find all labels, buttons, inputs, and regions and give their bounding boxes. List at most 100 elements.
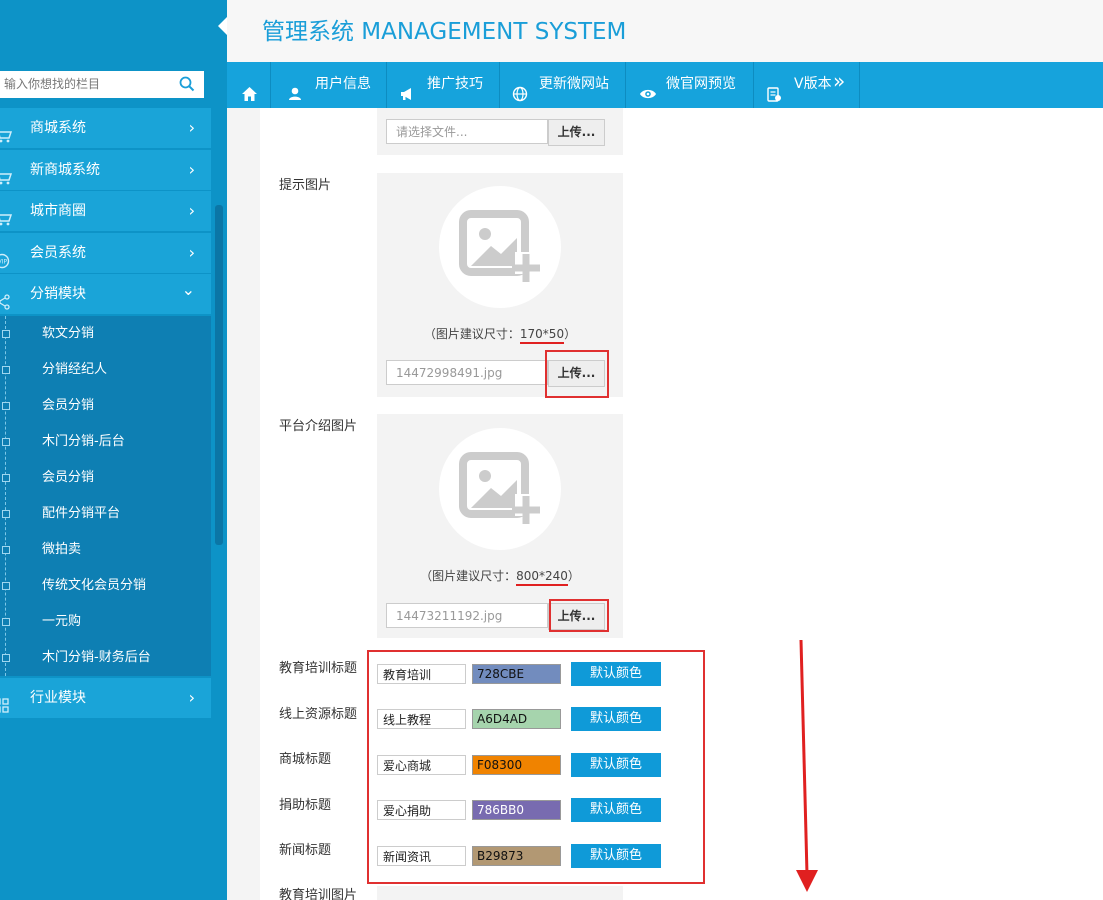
- chevron-right-icon: ›: [188, 118, 195, 137]
- chevron-down-icon: ⌄: [181, 280, 195, 299]
- page-title: 管理系统 MANAGEMENT SYSTEM: [262, 19, 627, 45]
- submenu-item[interactable]: 软文分销: [0, 316, 211, 352]
- image-placeholder[interactable]: [439, 428, 561, 550]
- sidebar: 商城系统 › 新商城系统 › 城市商圈 › VIP 会员系统 › 分销模块 ⌄ …: [0, 0, 227, 900]
- search-input[interactable]: [4, 71, 169, 96]
- submenu-item[interactable]: 木门分销-后台: [0, 424, 211, 460]
- submenu-item-label: 木门分销-财务后台: [42, 649, 151, 665]
- sidebar-item-label: 新商城系统: [30, 161, 100, 178]
- submenu-item[interactable]: 传统文化会员分销: [0, 568, 211, 604]
- distribution-submenu: 软文分销 分销经纪人 会员分销 木门分销-后台 会员分销 配件分销平台 微拍卖 …: [0, 315, 211, 676]
- sidebar-item-city-circle[interactable]: 城市商圈 ›: [0, 191, 211, 231]
- submenu-item-label: 传统文化会员分销: [42, 577, 147, 593]
- annotation-box: [549, 599, 609, 632]
- annotation-arrow: [796, 639, 818, 892]
- image-add-icon: [459, 452, 540, 524]
- title-label: 教育培训标题: [279, 661, 358, 676]
- nav-label: 更新微网站: [539, 76, 609, 92]
- file-path-input[interactable]: 请选择文件...: [386, 119, 548, 144]
- recommended-size: 170*50: [519, 327, 565, 344]
- submenu-item-label: 一元购: [42, 613, 82, 629]
- sidebar-item-label: 城市商圈: [30, 203, 86, 219]
- nav-label: V版本: [794, 76, 832, 92]
- sidebar-item-label: 会员系统: [30, 244, 86, 261]
- nav-update-site[interactable]: 更新微网站: [500, 62, 626, 108]
- submenu-item-label: 会员分销: [42, 469, 95, 485]
- sidebar-toggle-notch[interactable]: [218, 17, 227, 35]
- image-placeholder[interactable]: [439, 186, 561, 308]
- top-navbar: 用户信息 推广技巧 更新微网站 微官网预览 V版本 »: [227, 62, 1103, 108]
- title-label: 商城标题: [279, 752, 332, 767]
- sidebar-item-member[interactable]: VIP 会员系统 ›: [0, 232, 211, 273]
- sidebar-item-new-mall[interactable]: 新商城系统 ›: [0, 149, 211, 190]
- tree-node-icon: [2, 329, 10, 338]
- sidebar-item-distribution[interactable]: 分销模块 ⌄: [0, 274, 211, 314]
- sidebar-menu: 商城系统 › 新商城系统 › 城市商圈 › VIP 会员系统 › 分销模块 ⌄ …: [0, 108, 211, 719]
- header: 管理系统 MANAGEMENT SYSTEM: [227, 0, 1103, 62]
- edu-image-panel: [377, 886, 623, 900]
- chevron-right-icon: ›: [188, 159, 195, 179]
- submenu-item-label: 配件分销平台: [42, 505, 121, 521]
- submenu-item[interactable]: 配件分销平台: [0, 496, 211, 532]
- submenu-item[interactable]: 一元购: [0, 604, 211, 640]
- tree-node-icon: [2, 365, 10, 374]
- tree-node-icon: [2, 437, 10, 446]
- nav-home[interactable]: [227, 62, 271, 108]
- nav-user-info[interactable]: 用户信息: [271, 62, 387, 108]
- sidebar-scrollbar[interactable]: [215, 205, 223, 545]
- tree-node-icon: [2, 545, 10, 554]
- submenu-item[interactable]: 分销经纪人: [0, 352, 211, 388]
- size-hint: （图片建议尺寸：170*50）: [377, 325, 623, 344]
- title-label: 捐助标题: [279, 798, 332, 813]
- submenu-item[interactable]: 会员分销: [0, 460, 211, 496]
- submenu-item[interactable]: 会员分销: [0, 388, 211, 424]
- tree-node-icon: [2, 581, 10, 590]
- submenu-item-label: 微拍卖: [42, 541, 82, 557]
- file-path-input[interactable]: 14472998491.jpg: [386, 360, 548, 385]
- sidebar-search: [0, 71, 204, 98]
- file-upload-row: 请选择文件... 上传...: [386, 119, 605, 146]
- double-chevron-right-icon[interactable]: »: [833, 59, 845, 103]
- nav-label: 微官网预览: [666, 76, 736, 92]
- platform-image-label: 平台介绍图片: [279, 419, 358, 434]
- nav-label: 推广技巧: [427, 76, 483, 92]
- sidebar-item-mall[interactable]: 商城系统 ›: [0, 108, 211, 148]
- tree-node-icon: [2, 617, 10, 626]
- tree-node-icon: [2, 509, 10, 518]
- image-add-icon: [459, 210, 540, 282]
- nav-site-preview[interactable]: 微官网预览: [626, 62, 754, 108]
- tree-node-icon: [2, 653, 10, 662]
- tree-node-icon: [2, 473, 10, 482]
- chevron-right-icon: ›: [188, 201, 195, 220]
- submenu-item-label: 木门分销-后台: [42, 433, 125, 449]
- annotation-box: [367, 650, 705, 884]
- annotation-box: [545, 350, 609, 398]
- submenu-item[interactable]: 木门分销-财务后台: [0, 640, 211, 676]
- hint-prefix: （图片建议尺寸：: [423, 327, 520, 341]
- sidebar-item-label: 分销模块: [30, 286, 86, 302]
- hint-suffix: ）: [567, 569, 580, 583]
- tip-image-label: 提示图片: [279, 178, 332, 193]
- hint-prefix: （图片建议尺寸：: [420, 569, 517, 583]
- sidebar-top: [0, 0, 227, 62]
- size-hint: （图片建议尺寸：800*240）: [377, 567, 623, 586]
- nav-version[interactable]: V版本 »: [754, 62, 860, 108]
- svg-text:VIP: VIP: [0, 258, 7, 265]
- file-upload-panel: 请选择文件... 上传...: [377, 108, 623, 155]
- chevron-right-icon: ›: [188, 687, 195, 707]
- tree-node-icon: [2, 401, 10, 410]
- nav-promotion-tips[interactable]: 推广技巧: [387, 62, 500, 108]
- content-gutter: [227, 108, 260, 900]
- submenu-item[interactable]: 微拍卖: [0, 532, 211, 568]
- file-path-input[interactable]: 14473211192.jpg: [386, 603, 548, 628]
- title-label: 线上资源标题: [279, 707, 358, 722]
- sidebar-item-label: 行业模块: [30, 689, 86, 706]
- sidebar-item-label: 商城系统: [30, 120, 86, 136]
- hint-suffix: ）: [564, 327, 577, 341]
- main-content: 请选择文件... 上传... 提示图片 （图片建议尺寸：170*50） 1447…: [227, 108, 1103, 900]
- sidebar-item-industry[interactable]: 行业模块 ›: [0, 677, 211, 718]
- submenu-item-label: 会员分销: [42, 397, 95, 413]
- upload-button[interactable]: 上传...: [548, 119, 605, 146]
- search-icon[interactable]: [179, 76, 195, 96]
- title-label: 新闻标题: [279, 843, 332, 858]
